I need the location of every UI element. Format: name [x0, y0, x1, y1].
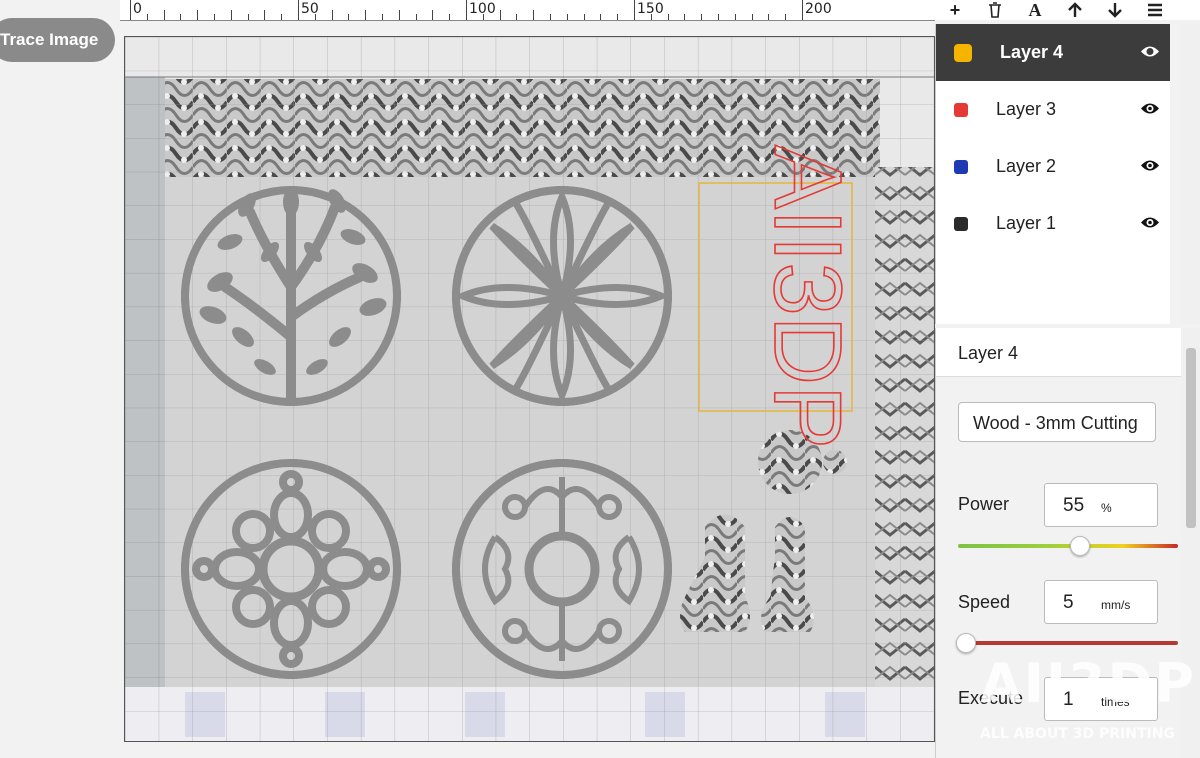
layer-color-swatch[interactable] [954, 102, 968, 117]
trash-icon[interactable] [975, 0, 1015, 20]
ruler-tick [550, 14, 551, 20]
layer-name: Layer 2 [996, 156, 1057, 176]
speed-input[interactable]: 5 mm/s [1044, 580, 1158, 624]
layer-row-4[interactable]: Layer 4 [936, 24, 1170, 81]
eye-icon[interactable] [1140, 99, 1160, 120]
settings-title: Layer 4 [936, 328, 1182, 377]
layer-color-swatch[interactable] [954, 43, 972, 62]
trace-image-button[interactable]: Trace Image [0, 18, 115, 62]
ruler-tick [449, 14, 451, 20]
ruler-tick [566, 14, 568, 20]
ruler-tick [130, 0, 131, 20]
text-icon[interactable]: A [1015, 0, 1055, 20]
power-input[interactable]: 55 % [1044, 483, 1158, 527]
ruler-tick [163, 14, 165, 20]
add-icon[interactable]: + [935, 0, 975, 20]
canvas-svg: AII3DP [125, 37, 934, 741]
design-canvas[interactable]: AII3DP [124, 36, 935, 742]
layer-row-1[interactable]: Layer 1 [936, 195, 1170, 252]
eye-icon[interactable] [1140, 213, 1160, 234]
ruler-tick [516, 14, 518, 20]
ruler-tick [281, 14, 283, 20]
layer-color-swatch[interactable] [954, 159, 968, 174]
ruler-label: 150 [637, 1, 664, 17]
ruler-tick [600, 14, 602, 20]
ruler-tick [298, 0, 299, 20]
ruler-tick [802, 0, 803, 20]
ruler-tick [499, 14, 501, 20]
ruler-tick [230, 14, 232, 20]
horizontal-ruler: 0 50 100 150 200 [120, 0, 935, 21]
ruler-tick [432, 14, 434, 20]
power-slider-handle[interactable] [1070, 536, 1090, 556]
speed-slider-handle[interactable] [955, 633, 976, 653]
ruler-tick [734, 14, 736, 20]
ruler-tick [348, 14, 350, 20]
eye-icon[interactable] [1140, 156, 1160, 177]
power-value: 55 [1063, 495, 1085, 516]
ruler-tick [398, 14, 400, 20]
ruler-label: 200 [805, 1, 832, 17]
layers-scrollbar[interactable] [1181, 24, 1200, 324]
ruler-label: 50 [301, 1, 319, 17]
engrave-text[interactable]: AII3DP [753, 144, 862, 450]
speed-unit: mm/s [1101, 598, 1131, 612]
ruler-tick [247, 14, 249, 20]
ruler-label: 100 [469, 1, 496, 17]
layer-toolbar: + A [935, 0, 1200, 20]
watermark-logo: AII3DP [980, 652, 1196, 715]
ruler-tick [701, 14, 703, 20]
layer-row-3[interactable]: Layer 3 [936, 81, 1170, 138]
arrow-up-icon[interactable] [1055, 0, 1095, 20]
ruler-tick [331, 14, 333, 20]
speed-value: 5 [1063, 592, 1074, 613]
ruler-tick [684, 14, 686, 20]
settings-scrollbar-thumb[interactable] [1186, 348, 1196, 528]
ruler-tick [264, 14, 266, 20]
layer-name: Layer 3 [996, 99, 1057, 119]
power-label: Power [958, 494, 1010, 514]
layers-panel: Layer 4 Layer 3 Layer 2 Layer 1 [935, 24, 1170, 324]
speed-label: Speed [958, 592, 1011, 612]
ruler-tick [365, 14, 367, 20]
power-slider[interactable] [958, 536, 1178, 556]
arrow-down-icon[interactable] [1095, 0, 1135, 20]
ruler-tick [533, 14, 535, 20]
layer-row-2[interactable]: Layer 2 [936, 138, 1170, 195]
layer-color-swatch[interactable] [954, 216, 968, 231]
menu-icon[interactable] [1135, 0, 1175, 20]
ruler-tick [667, 14, 669, 20]
ruler-tick [382, 14, 383, 20]
ruler-tick [751, 14, 753, 20]
speed-slider[interactable] [955, 633, 1178, 653]
eye-icon[interactable] [1140, 42, 1160, 63]
ruler-tick [768, 14, 770, 20]
ruler-tick [146, 14, 148, 20]
ruler-tick [718, 14, 719, 20]
ruler-tick [180, 14, 182, 20]
layer-name: Layer 4 [1000, 42, 1064, 62]
material-preset-select[interactable]: Wood - 3mm Cutting [958, 402, 1156, 442]
ruler-tick [197, 14, 199, 20]
ruler-tick [214, 14, 215, 20]
ruler-tick [634, 0, 635, 20]
power-unit: % [1101, 501, 1112, 515]
ruler-tick [583, 14, 585, 20]
ruler-label: 0 [133, 1, 142, 17]
watermark-tagline: ALL ABOUT 3D PRINTING [980, 726, 1175, 742]
ruler-tick [466, 0, 467, 20]
ruler-tick [785, 14, 787, 20]
ruler-tick [415, 14, 417, 20]
layer-name: Layer 1 [996, 213, 1057, 233]
ruler-tick [617, 14, 619, 20]
